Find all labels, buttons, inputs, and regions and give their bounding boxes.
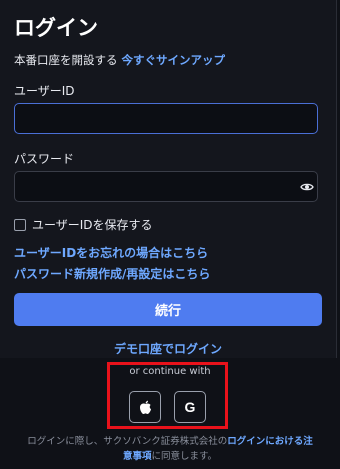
show-password-eye-icon[interactable] [300,182,314,192]
terms-link-part2[interactable]: 意事項 [123,451,152,462]
save-userid-row: ユーザーIDを保存する [14,216,153,233]
save-userid-checkbox[interactable] [14,218,26,231]
signup-prompt: 本番口座を開設する [14,53,118,67]
signup-link[interactable]: 今すぐサインアップ [122,53,226,67]
terms-suffix: に同意します。 [151,451,218,462]
save-userid-label: ユーザーIDを保存する [32,218,153,232]
apple-login-button[interactable] [129,391,161,423]
google-icon: G [184,399,196,415]
password-label: パスワード [14,152,75,166]
page-title: ログイン [14,16,98,40]
terms-notice: ログインに際し、サクソバンク証券株式会社のログインにおける注 意事項に同意します… [0,434,340,464]
password-field[interactable] [14,171,318,202]
signup-line: 本番口座を開設する 今すぐサインアップ [14,52,225,68]
terms-prefix: ログインに際し、サクソバンク証券株式会社の [27,436,228,447]
userid-label: ユーザーID [14,84,75,98]
demo-account-link[interactable]: デモ口座でログイン [0,340,336,357]
password-reset-link[interactable]: パスワード新規作成/再設定はこちら [14,265,210,282]
google-login-button[interactable]: G [174,391,206,423]
or-continue-text: or continue with [129,366,211,377]
terms-link-part1[interactable]: ログインにおける注 [227,436,313,447]
forgot-userid-link[interactable]: ユーザーIDをお忘れの場合はこちら [14,244,208,261]
userid-field[interactable] [14,103,318,134]
apple-icon [139,400,151,414]
continue-button[interactable]: 続行 [14,293,322,326]
